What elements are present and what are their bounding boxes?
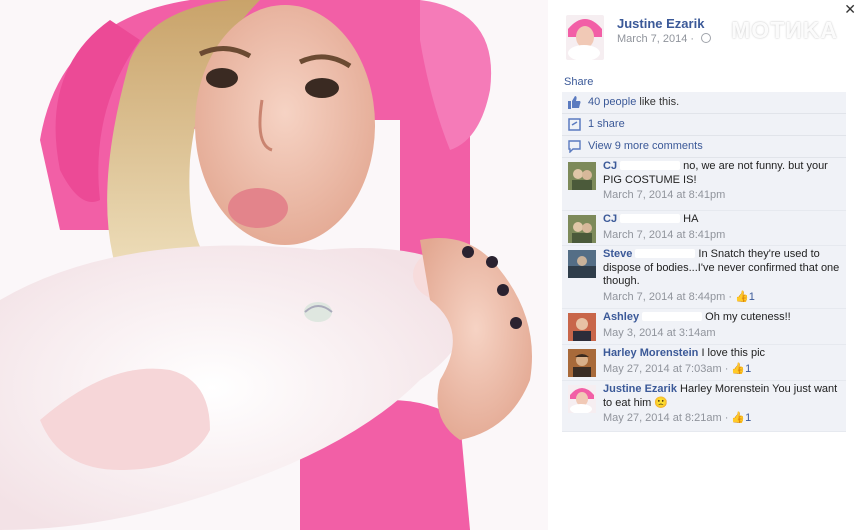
likes-count-link[interactable]: 40 people — [588, 96, 636, 108]
redacted-name — [635, 249, 696, 258]
thumbs-up-icon — [568, 96, 581, 109]
comment-text: HA — [683, 213, 699, 225]
shares-link[interactable]: 1 share — [588, 114, 625, 135]
comment-time[interactable]: May 27, 2014 at 7:03am · — [603, 363, 731, 375]
comment-item: CJ HA March 7, 2014 at 8:41pm — [562, 211, 846, 246]
more-comments-row[interactable]: View 9 more comments — [562, 136, 846, 158]
shares-row[interactable]: 1 share — [562, 114, 846, 136]
likes-row[interactable]: 40 people like this. — [562, 92, 846, 114]
comment-text: Oh my cuteness!! — [705, 311, 791, 323]
comment-time[interactable]: March 7, 2014 at 8:41pm — [603, 229, 843, 243]
avatar[interactable] — [568, 162, 596, 190]
share-link[interactable]: Share — [564, 76, 593, 88]
redacted-name — [620, 214, 681, 223]
comment-item: Steve In Snatch they're used to dispose … — [562, 246, 846, 309]
comment-author[interactable]: Justine Ezarik — [603, 383, 677, 395]
avatar[interactable] — [568, 349, 596, 377]
globe-icon — [701, 33, 712, 43]
comment-time[interactable]: May 3, 2014 at 3:14am — [603, 327, 843, 341]
comment-author[interactable]: CJ — [603, 160, 617, 172]
comment-item: CJ no, we are not funny. but your PIG CO… — [562, 158, 846, 211]
avatar[interactable] — [568, 215, 596, 243]
close-icon[interactable]: ✕ — [844, 1, 856, 18]
comment-text: I love this pic — [701, 347, 766, 359]
comment-item: Harley Morenstein I love this pic May 27… — [562, 345, 846, 381]
comment-meta: March 7, 2014 at 8:44pm · 👍1 — [603, 291, 843, 305]
avatar[interactable] — [566, 15, 604, 60]
comment-meta: May 27, 2014 at 8:21am · 👍1 — [603, 412, 843, 426]
likes-suffix: like this. — [636, 96, 680, 108]
watermark: MOTИKA — [731, 17, 838, 43]
avatar[interactable] — [568, 313, 596, 341]
comment-icon — [568, 140, 581, 153]
comment-author[interactable]: CJ — [603, 213, 617, 225]
post-side-panel: ✕ MOTИKA Justine Ezarik March 7, 2014 · … — [548, 0, 860, 530]
comment-item: Ashley Oh my cuteness!! May 3, 2014 at 3… — [562, 309, 846, 345]
comment-like-count[interactable]: 👍1 — [735, 291, 755, 303]
view-more-comments-link[interactable]: View 9 more comments — [588, 136, 703, 157]
comment-author[interactable]: Harley Morenstein — [603, 347, 698, 359]
avatar[interactable] — [568, 385, 596, 413]
comment-meta: May 27, 2014 at 7:03am · 👍1 — [603, 363, 843, 377]
post-date[interactable]: March 7, 2014 · — [617, 33, 712, 45]
comment-item: Justine Ezarik Harley Morenstein You jus… — [562, 381, 846, 432]
ufi-summary: 40 people like this. 1 share View 9 more… — [562, 92, 846, 158]
comment-time[interactable]: March 7, 2014 at 8:41pm — [603, 189, 843, 203]
comment-author[interactable]: Steve — [603, 248, 632, 260]
comment-time[interactable]: May 27, 2014 at 8:21am · — [603, 412, 731, 424]
share-icon — [568, 118, 581, 131]
comment-like-count[interactable]: 👍1 — [731, 363, 751, 375]
post-photo[interactable] — [0, 0, 548, 530]
redacted-name — [620, 161, 681, 170]
post-date-text[interactable]: March 7, 2014 · — [617, 33, 697, 45]
post-author[interactable]: Justine Ezarik — [617, 16, 704, 31]
photo-image — [0, 0, 548, 530]
avatar[interactable] — [568, 250, 596, 278]
comment-time[interactable]: March 7, 2014 at 8:44pm · — [603, 291, 735, 303]
comment-author[interactable]: Ashley — [603, 311, 639, 323]
redacted-name — [642, 312, 703, 321]
comment-like-count[interactable]: 👍1 — [731, 412, 751, 424]
